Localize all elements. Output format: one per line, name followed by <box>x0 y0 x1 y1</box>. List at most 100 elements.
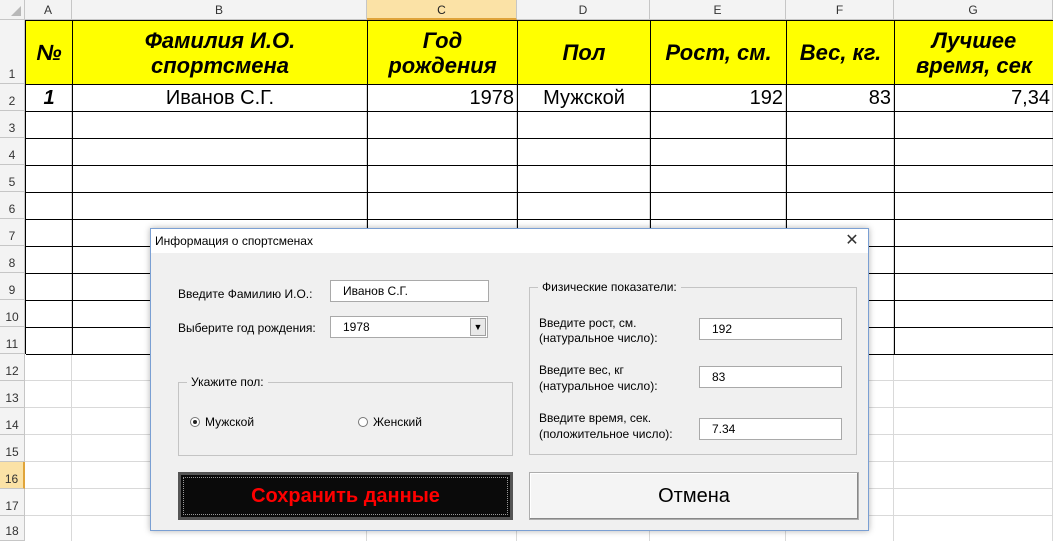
height-input[interactable] <box>699 318 842 340</box>
cell[interactable] <box>895 193 1053 220</box>
cell[interactable] <box>787 193 895 220</box>
column-header-f[interactable]: F <box>786 0 894 20</box>
cell[interactable] <box>787 139 895 166</box>
cell[interactable] <box>651 166 787 193</box>
cell[interactable] <box>26 274 73 301</box>
time-label-line2: (положительное число): <box>539 427 673 441</box>
cell[interactable] <box>73 112 368 139</box>
row-header-4[interactable]: 4 <box>0 138 25 165</box>
row-header-7[interactable]: 7 <box>0 219 25 246</box>
header-cell-birth-year[interactable]: Год рождения <box>368 21 518 85</box>
weight-label-line1: Введите вес, кг <box>539 363 624 377</box>
weight-input[interactable] <box>699 366 842 388</box>
cell[interactable] <box>368 112 518 139</box>
dialog-titlebar[interactable]: Информация о спортсменах ✕ <box>151 229 868 253</box>
cell[interactable] <box>651 112 787 139</box>
cell[interactable] <box>651 139 787 166</box>
female-radio[interactable]: Женский <box>358 415 422 429</box>
year-select[interactable]: 1978 ▼ <box>330 316 488 338</box>
cell-c2[interactable]: 1978 <box>368 85 518 112</box>
cell[interactable] <box>73 193 368 220</box>
gender-frame: Укажите пол: Мужской Женский <box>178 375 513 456</box>
cell[interactable] <box>26 328 73 355</box>
column-header-d[interactable]: D <box>517 0 650 20</box>
cell-e2[interactable]: 192 <box>651 85 787 112</box>
time-label-line1: Введите время, сек. <box>539 411 652 425</box>
cell[interactable] <box>26 247 73 274</box>
name-input[interactable] <box>330 280 489 302</box>
row-header-6[interactable]: 6 <box>0 192 25 219</box>
header-cell-height[interactable]: Рост, см. <box>651 21 787 85</box>
header-cell-gender[interactable]: Пол <box>518 21 651 85</box>
cell[interactable] <box>895 301 1053 328</box>
cell[interactable] <box>518 139 651 166</box>
row-header-11[interactable]: 11 <box>0 327 25 354</box>
cell[interactable] <box>518 193 651 220</box>
name-label: Введите Фамилию И.О.: <box>178 287 313 301</box>
header-cell-number[interactable]: № <box>26 21 73 85</box>
close-icon[interactable]: ✕ <box>842 231 862 251</box>
cell[interactable] <box>368 166 518 193</box>
row-header-16[interactable]: 16 <box>0 462 25 489</box>
year-label: Выберите год рождения: <box>178 321 316 335</box>
cell-a2[interactable]: 1 <box>26 85 73 112</box>
cell[interactable] <box>895 220 1053 247</box>
column-header-g[interactable]: G <box>894 0 1053 20</box>
header-cell-weight[interactable]: Вес, кг. <box>787 21 895 85</box>
cell-g2[interactable]: 7,34 <box>895 85 1053 112</box>
cell[interactable] <box>895 274 1053 301</box>
row-header-5[interactable]: 5 <box>0 165 25 192</box>
cell[interactable] <box>26 166 73 193</box>
cell[interactable] <box>26 112 73 139</box>
cell[interactable] <box>895 112 1053 139</box>
row-header-10[interactable]: 10 <box>0 300 25 327</box>
column-header-e[interactable]: E <box>650 0 786 20</box>
cell[interactable] <box>26 139 73 166</box>
cancel-button[interactable]: Отмена <box>529 472 859 520</box>
cell[interactable] <box>26 220 73 247</box>
header-cell-name[interactable]: Фамилия И.О. спортсмена <box>73 21 368 85</box>
cell[interactable] <box>895 166 1053 193</box>
row-header-18[interactable]: 18 <box>0 516 25 541</box>
select-all-corner[interactable] <box>0 0 25 20</box>
column-header-a[interactable]: A <box>25 0 72 20</box>
cell[interactable] <box>73 166 368 193</box>
column-header-c[interactable]: C <box>367 0 517 20</box>
row-header-1[interactable]: 1 <box>0 20 25 84</box>
cell[interactable] <box>787 166 895 193</box>
cell[interactable] <box>26 301 73 328</box>
cell[interactable] <box>895 247 1053 274</box>
row-header-2[interactable]: 2 <box>0 84 25 111</box>
cell[interactable] <box>26 193 73 220</box>
cell[interactable] <box>895 328 1053 355</box>
cell[interactable] <box>651 193 787 220</box>
radio-unselected-icon <box>358 416 368 427</box>
row-header-9[interactable]: 9 <box>0 273 25 300</box>
cell[interactable] <box>518 166 651 193</box>
height-label-line1: Введите рост, см. <box>539 316 637 330</box>
row-header-12[interactable]: 12 <box>0 354 25 381</box>
cell-f2[interactable]: 83 <box>787 85 895 112</box>
cell[interactable] <box>518 112 651 139</box>
row-header-14[interactable]: 14 <box>0 408 25 435</box>
male-radio-label: Мужской <box>205 415 255 429</box>
cell[interactable] <box>787 112 895 139</box>
cell[interactable] <box>73 139 368 166</box>
row-header-3[interactable]: 3 <box>0 111 25 138</box>
cell[interactable] <box>368 193 518 220</box>
row-header-17[interactable]: 17 <box>0 489 25 516</box>
header-cell-best-time[interactable]: Лучшее время, сек <box>895 21 1053 85</box>
row-header-15[interactable]: 15 <box>0 435 25 462</box>
cell-b2[interactable]: Иванов С.Г. <box>73 85 368 112</box>
cell-d2[interactable]: Мужской <box>518 85 651 112</box>
row-header-8[interactable]: 8 <box>0 246 25 273</box>
column-header-b[interactable]: B <box>72 0 367 20</box>
row-header-13[interactable]: 13 <box>0 381 25 408</box>
cell[interactable] <box>368 139 518 166</box>
gender-frame-title: Укажите пол: <box>187 375 268 389</box>
chevron-down-icon[interactable]: ▼ <box>470 318 486 336</box>
cell[interactable] <box>895 139 1053 166</box>
save-button[interactable]: Сохранить данные <box>178 472 513 520</box>
time-input[interactable] <box>699 418 842 440</box>
male-radio[interactable]: Мужской <box>190 415 254 429</box>
